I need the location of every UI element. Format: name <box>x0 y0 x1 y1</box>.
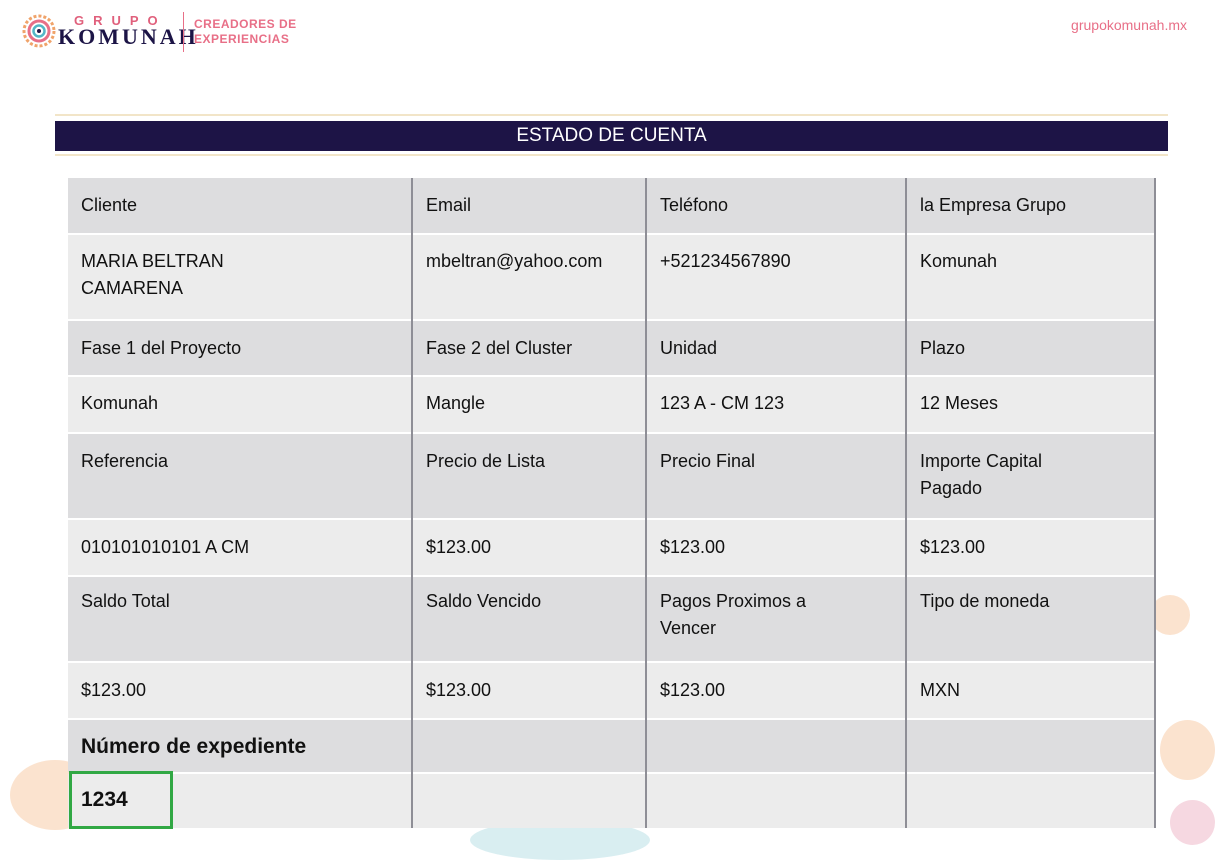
table-value-cell-r3v-col-1: 010101010101 A CM <box>68 520 411 575</box>
table-header-cell-r1h-col-3: Teléfono <box>647 178 905 233</box>
field-value: mbeltran@yahoo.com <box>426 251 603 271</box>
table-header-cell-r2h-col-4: Plazo <box>907 321 1155 375</box>
field-label: Fase 2 del Cluster <box>426 338 573 358</box>
field-value: $123.00 <box>81 680 147 700</box>
table-value-cell-r4v-col-2: $123.00 <box>413 663 645 718</box>
field-label: Teléfono <box>660 195 729 215</box>
column-divider <box>905 178 907 828</box>
field-value: $123.00 <box>660 680 726 700</box>
field-label: Referencia <box>81 451 169 471</box>
field-value: 12 Meses <box>920 393 999 413</box>
field-value: 010101010101 A CM <box>81 537 250 557</box>
expediente-highlight-box <box>69 771 173 829</box>
brand-tagline: CREADORES DE EXPERIENCIAS <box>194 17 297 47</box>
field-label: Email <box>426 195 472 215</box>
field-value: $123.00 <box>426 680 492 700</box>
table-value-cell-r1v-col-2: mbeltran@yahoo.com <box>413 235 645 319</box>
decor-blob-pink-bottom <box>1170 800 1215 845</box>
field-value: $123.00 <box>426 537 492 557</box>
table-value-cell-r4v-col-4: MXN <box>907 663 1155 718</box>
table-header-cell-r1h-col-1: Cliente <box>68 178 411 233</box>
table-value-cell-r1v-col-3: +521234567890 <box>647 235 905 319</box>
table-value-cell-r1v-col-4: Komunah <box>907 235 1155 319</box>
field-value: Komunah <box>81 393 159 413</box>
field-label: Saldo Total <box>81 591 170 611</box>
field-label: Importe Capital Pagado <box>920 451 1043 498</box>
field-label: Número de expediente <box>81 735 307 758</box>
field-value: $123.00 <box>920 537 986 557</box>
tagline-line-1: CREADORES DE <box>194 17 297 31</box>
field-value: +521234567890 <box>660 251 791 271</box>
field-label: Cliente <box>81 195 138 215</box>
field-label: Saldo Vencido <box>426 591 542 611</box>
table-header-cell-r5h-col-2 <box>413 720 645 772</box>
table-value-cell-r3v-col-2: $123.00 <box>413 520 645 575</box>
column-divider <box>1154 178 1156 828</box>
field-label: Tipo de moneda <box>920 591 1050 611</box>
field-label: Precio Final <box>660 451 756 471</box>
page-title: ESTADO DE CUENTA <box>55 121 1168 151</box>
table-value-cell-r5v-col-3 <box>647 774 905 828</box>
table-value-cell-r3v-col-4: $123.00 <box>907 520 1155 575</box>
tagline-line-2: EXPERIENCIAS <box>194 32 290 46</box>
page-header: GRUPO KOMUNAH CREADORES DE EXPERIENCIAS … <box>0 0 1222 70</box>
field-label: Precio de Lista <box>426 451 546 471</box>
table-header-cell-r2h-col-3: Unidad <box>647 321 905 375</box>
table-value-cell-r2v-col-4: 12 Meses <box>907 377 1155 432</box>
table-value-cell-r3v-col-3: $123.00 <box>647 520 905 575</box>
table-value-cell-r1v-col-1: MARIA BELTRAN CAMARENA <box>68 235 411 319</box>
table-value-cell-r5v-col-4 <box>907 774 1155 828</box>
table-header-cell-r3h-col-4: Importe Capital Pagado <box>907 434 1155 518</box>
field-label: Plazo <box>920 338 966 358</box>
table-header-cell-r5h-col-3 <box>647 720 905 772</box>
table-value-cell-r2v-col-1: Komunah <box>68 377 411 432</box>
decor-blob-orange-right <box>1150 595 1190 635</box>
table-header-cell-r2h-col-1: Fase 1 del Proyecto <box>68 321 411 375</box>
title-band: ESTADO DE CUENTA <box>55 114 1168 156</box>
brand-name: KOMUNAH <box>58 24 199 49</box>
field-value: Mangle <box>426 393 486 413</box>
column-divider <box>411 178 413 828</box>
field-value: MARIA BELTRAN CAMARENA <box>81 251 224 298</box>
table-header-cell-r3h-col-2: Precio de Lista <box>413 434 645 518</box>
table-header-cell-r5h-col-4 <box>907 720 1155 772</box>
field-label: la Empresa Grupo <box>920 195 1067 215</box>
field-value: MXN <box>920 680 960 700</box>
table-header-cell-r2h-col-2: Fase 2 del Cluster <box>413 321 645 375</box>
column-divider <box>645 178 647 828</box>
table-value-cell-r4v-col-3: $123.00 <box>647 663 905 718</box>
table-value-cell-r5v-col-2 <box>413 774 645 828</box>
field-label: Pagos Proximos a Vencer <box>660 591 807 638</box>
table-header-cell-r3h-col-1: Referencia <box>68 434 411 518</box>
komunah-sun-logo-icon <box>22 14 56 48</box>
field-value: Komunah <box>920 251 998 271</box>
table-header-cell-r4h-col-2: Saldo Vencido <box>413 577 645 661</box>
table-header-cell-r1h-col-2: Email <box>413 178 645 233</box>
brand-divider <box>183 12 184 52</box>
decor-blob-orange-right-bottom <box>1160 720 1215 780</box>
table-value-cell-r2v-col-3: 123 A - CM 123 <box>647 377 905 432</box>
table-header-cell-r5h-col-1: Número de expediente <box>68 720 411 772</box>
table-value-cell-r4v-col-1: $123.00 <box>68 663 411 718</box>
site-url-link[interactable]: grupokomunah.mx <box>1071 17 1187 33</box>
table-header-cell-r4h-col-3: Pagos Proximos a Vencer <box>647 577 905 661</box>
table-header-cell-r4h-col-4: Tipo de moneda <box>907 577 1155 661</box>
field-value: 123 A - CM 123 <box>660 393 785 413</box>
table-header-cell-r4h-col-1: Saldo Total <box>68 577 411 661</box>
table-header-cell-r3h-col-3: Precio Final <box>647 434 905 518</box>
field-value: $123.00 <box>660 537 726 557</box>
field-label: Unidad <box>660 338 718 358</box>
field-label: Fase 1 del Proyecto <box>81 338 242 358</box>
table-value-cell-r2v-col-2: Mangle <box>413 377 645 432</box>
table-header-cell-r1h-col-4: la Empresa Grupo <box>907 178 1155 233</box>
